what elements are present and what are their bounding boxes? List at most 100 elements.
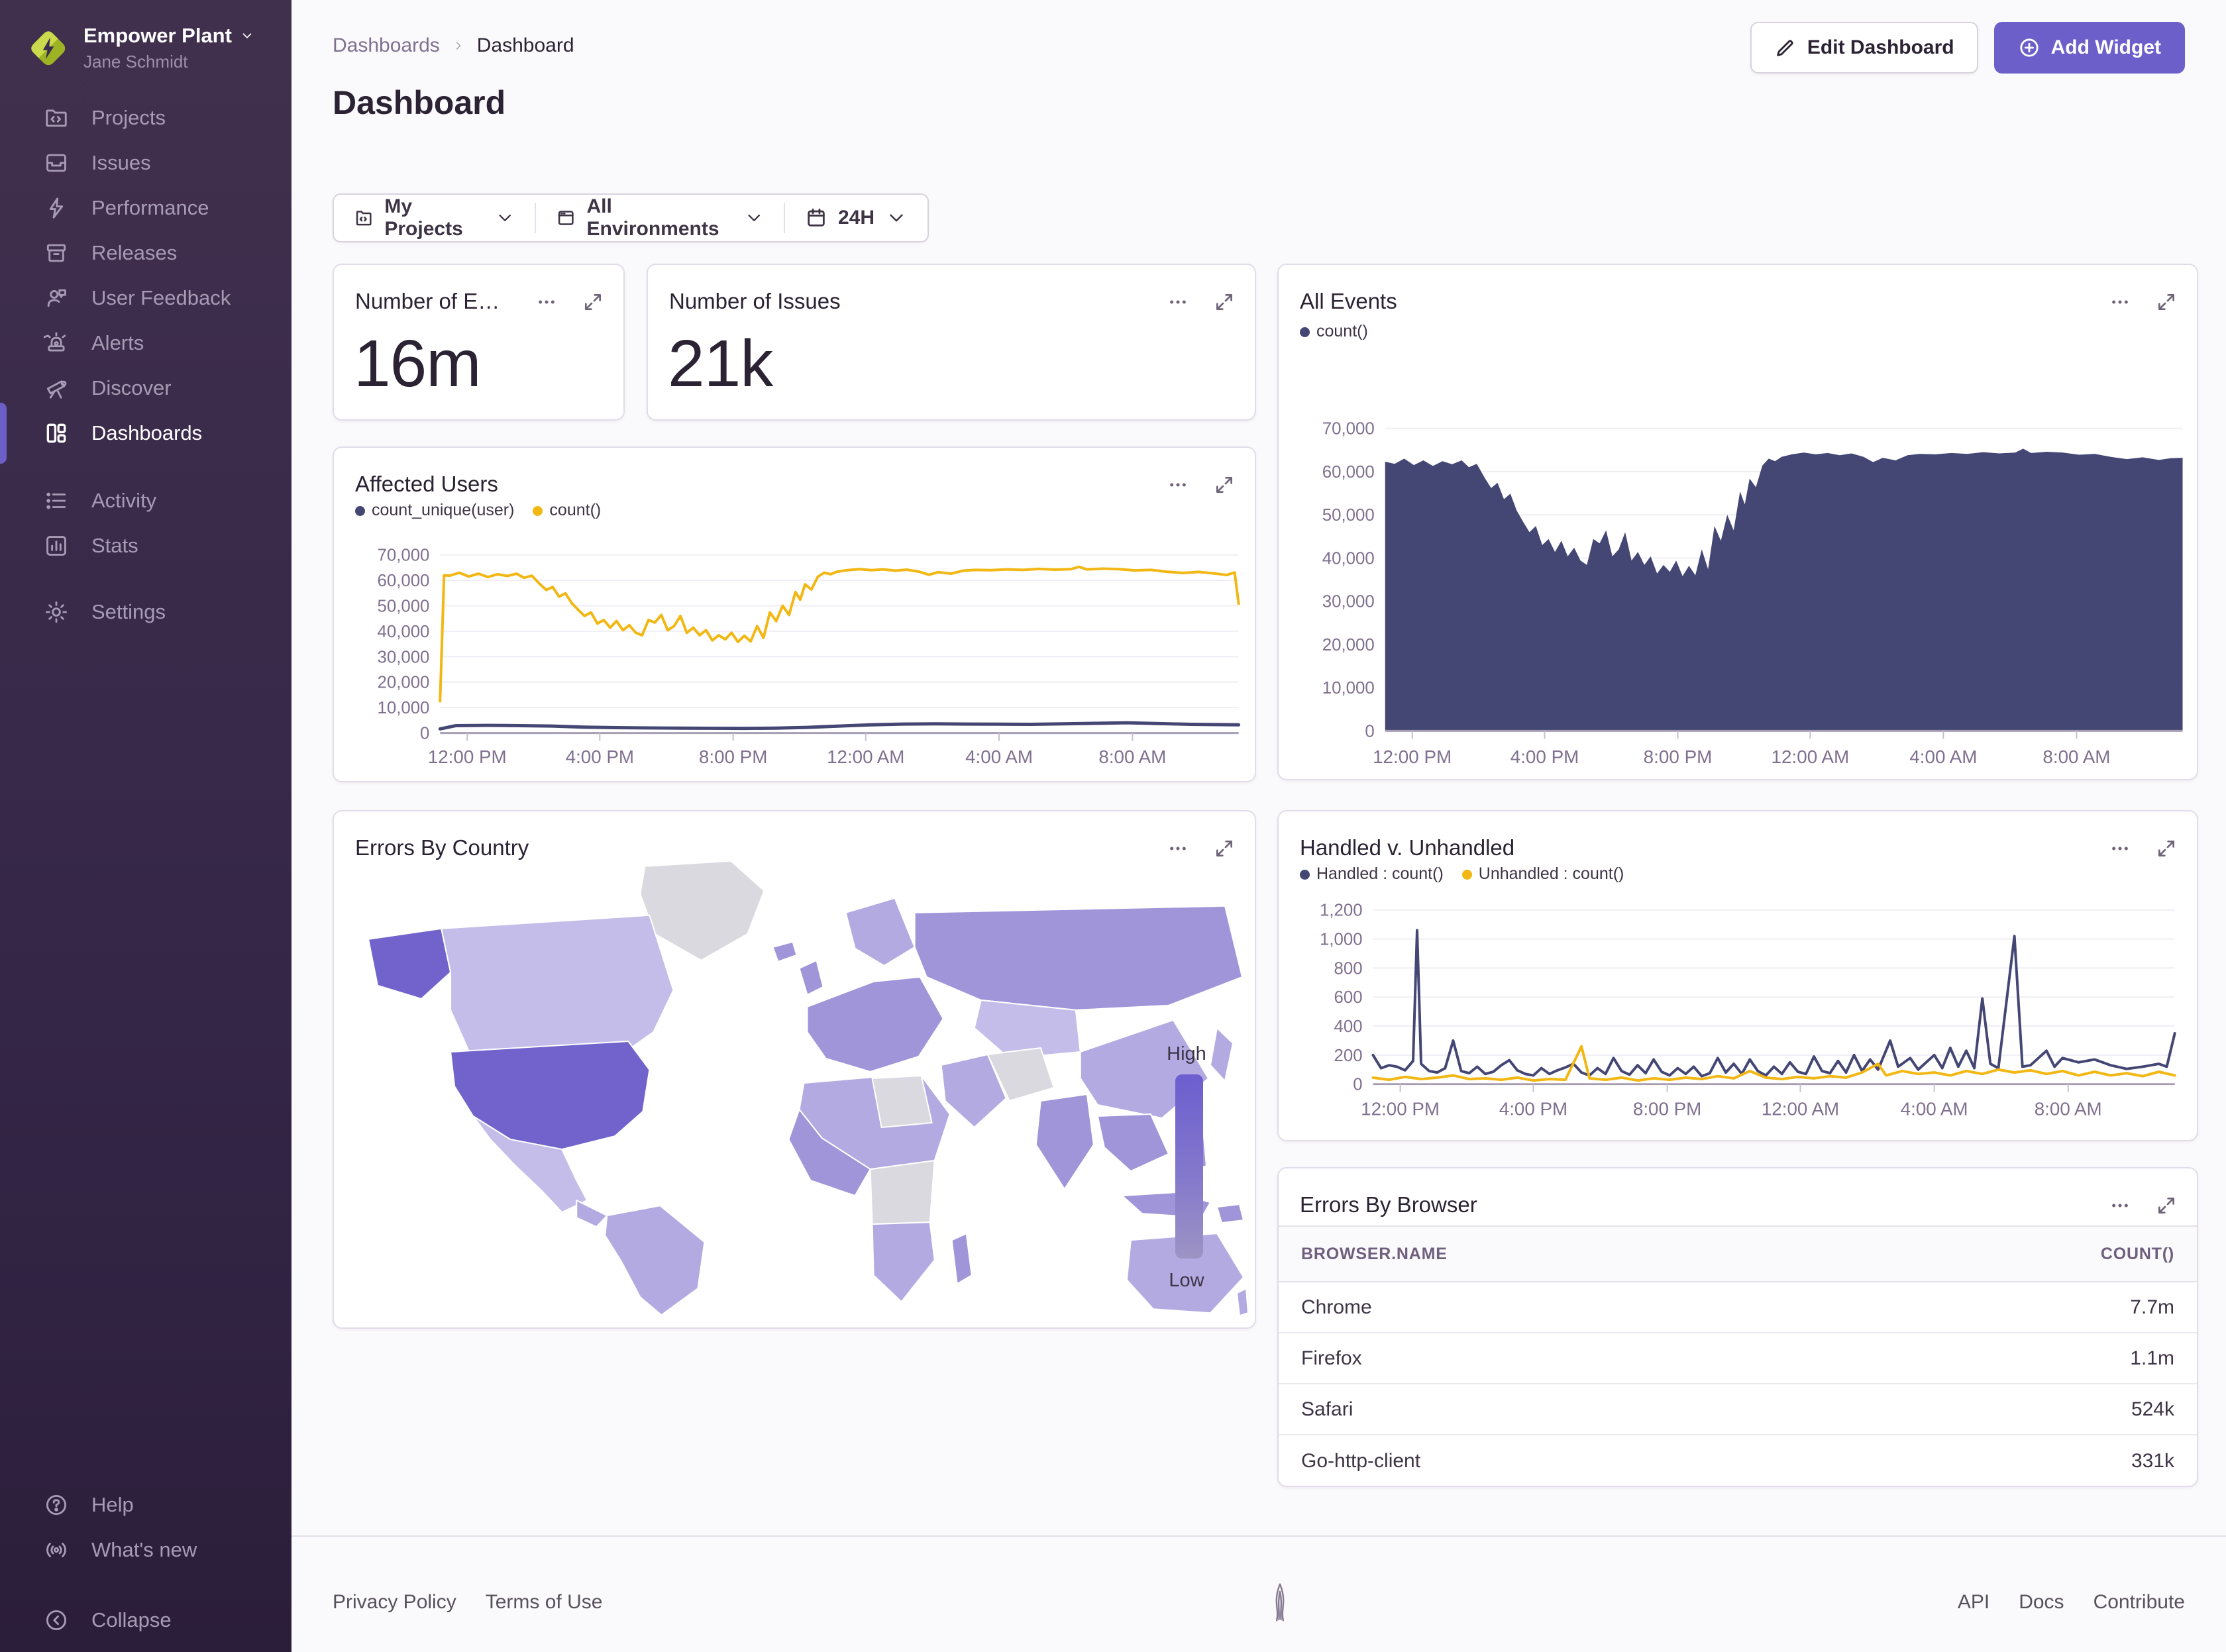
table-row[interactable]: Go-http-client 331k: [1279, 1435, 2197, 1486]
terms-of-use-link[interactable]: Terms of Use: [486, 1591, 603, 1614]
issues-count-value: 21k: [668, 326, 772, 402]
sidebar-item-performance[interactable]: Performance: [0, 185, 292, 231]
calendar-icon: [805, 207, 827, 229]
sidebar-collapse-button[interactable]: Collapse: [0, 1598, 292, 1643]
sidebar-item-activity[interactable]: Activity: [0, 478, 292, 523]
expand-icon[interactable]: [1214, 291, 1235, 313]
sidebar-item-help[interactable]: Help: [0, 1482, 292, 1527]
svg-text:8:00 PM: 8:00 PM: [1644, 747, 1713, 767]
table-row[interactable]: Chrome 7.7m: [1279, 1282, 2197, 1333]
map-legend-high-label: High: [1150, 1043, 1223, 1065]
breadcrumb-current: Dashboard: [477, 34, 574, 57]
sidebar-item-label: What's new: [91, 1538, 197, 1562]
breadcrumb-chevron-icon: [452, 39, 465, 52]
sidebar-item-label: Performance: [91, 196, 209, 220]
add-widget-label: Add Widget: [2051, 36, 2161, 59]
ellipsis-menu-icon[interactable]: [536, 291, 557, 313]
sidebar-item-alerts[interactable]: Alerts: [0, 321, 292, 366]
time-range-filter[interactable]: 24H: [785, 195, 928, 241]
sidebar-item-issues[interactable]: Issues: [0, 140, 292, 185]
sidebar-item-label: Activity: [91, 489, 156, 513]
svg-text:12:00 PM: 12:00 PM: [1361, 1098, 1440, 1119]
org-switcher[interactable]: Empower Plant Jane Schmidt: [26, 24, 254, 72]
plus-circle-icon: [2018, 36, 2040, 59]
table-row[interactable]: Firefox 1.1m: [1279, 1333, 2197, 1384]
sidebar-item-label: Dashboards: [91, 421, 202, 445]
svg-text:600: 600: [1334, 988, 1363, 1007]
contribute-link[interactable]: Contribute: [2094, 1591, 2185, 1614]
time-range-label: 24H: [838, 207, 874, 229]
widget-title: Number of Issues: [669, 289, 841, 314]
svg-text:10,000: 10,000: [1322, 679, 1375, 697]
chart-handled[interactable]: 02004006008001,0001,20012:00 PM4:00 PM8:…: [1279, 811, 2197, 1140]
edit-dashboard-button[interactable]: Edit Dashboard: [1750, 22, 1978, 74]
browser-count: 331k: [2131, 1450, 2174, 1472]
chevron-down-icon: [744, 207, 764, 229]
browser-name: Safari: [1301, 1398, 1353, 1421]
user-feedback-icon: [44, 285, 69, 311]
sidebar-item-label: Settings: [91, 600, 166, 624]
svg-text:8:00 AM: 8:00 AM: [1098, 747, 1166, 767]
docs-link[interactable]: Docs: [2019, 1591, 2064, 1614]
svg-text:1,000: 1,000: [1320, 931, 1363, 949]
performance-icon: [44, 195, 69, 221]
browser-count: 524k: [2131, 1398, 2174, 1421]
api-link[interactable]: API: [1958, 1591, 1989, 1614]
main-content: Dashboards Dashboard Dashboard Edit Dash…: [292, 0, 2226, 1652]
sidebar-item-settings[interactable]: Settings: [0, 590, 292, 635]
svg-text:70,000: 70,000: [378, 546, 430, 565]
help-icon: [44, 1492, 69, 1518]
svg-text:12:00 AM: 12:00 AM: [827, 747, 904, 767]
svg-text:70,000: 70,000: [1322, 420, 1375, 439]
svg-text:4:00 PM: 4:00 PM: [1499, 1098, 1567, 1119]
svg-text:0: 0: [1365, 722, 1374, 741]
map-errors-by-country[interactable]: [343, 854, 1248, 1319]
svg-text:30,000: 30,000: [1322, 593, 1375, 611]
alerts-icon: [44, 331, 69, 356]
privacy-policy-link[interactable]: Privacy Policy: [333, 1591, 456, 1614]
expand-icon[interactable]: [582, 291, 604, 313]
environment-filter[interactable]: All Environments: [536, 195, 784, 241]
sidebar-item-discover[interactable]: Discover: [0, 366, 292, 411]
footer-left-links: Privacy Policy Terms of Use: [333, 1591, 602, 1614]
sidebar-item-whats-new[interactable]: What's new: [0, 1527, 292, 1573]
browser-name: Firefox: [1301, 1347, 1362, 1370]
breadcrumb-dashboards-link[interactable]: Dashboards: [333, 34, 440, 57]
svg-text:20,000: 20,000: [1322, 636, 1375, 654]
chart-all-events[interactable]: 010,00020,00030,00040,00050,00060,00070,…: [1279, 265, 2197, 779]
table-header: BROWSER.NAME COUNT(): [1279, 1225, 2197, 1282]
svg-text:60,000: 60,000: [1322, 463, 1375, 482]
map-legend-gradient: [1175, 1074, 1203, 1259]
ellipsis-menu-icon[interactable]: [2109, 1195, 2131, 1216]
browser-count: 7.7m: [2130, 1296, 2174, 1319]
sidebar-item-releases[interactable]: Releases: [0, 231, 292, 276]
svg-text:50,000: 50,000: [1322, 506, 1375, 525]
widget-number-of-issues: Number of Issues 21k: [647, 264, 1256, 421]
issues-icon: [44, 150, 69, 176]
chevron-down-icon: [240, 28, 254, 43]
svg-text:200: 200: [1334, 1047, 1363, 1065]
sidebar-item-user-feedback[interactable]: User Feedback: [0, 276, 292, 321]
ellipsis-menu-icon[interactable]: [1167, 291, 1189, 313]
sidebar-item-projects[interactable]: Projects: [0, 95, 292, 140]
svg-text:10,000: 10,000: [378, 699, 430, 717]
expand-icon[interactable]: [2156, 1195, 2177, 1216]
browser-name: Go-http-client: [1301, 1450, 1420, 1472]
svg-text:4:00 PM: 4:00 PM: [566, 747, 634, 767]
project-filter-label: My Projects: [384, 195, 484, 240]
svg-text:4:00 AM: 4:00 AM: [1909, 747, 1977, 767]
sidebar-item-label: Alerts: [91, 331, 144, 355]
table-row[interactable]: Safari 524k: [1279, 1384, 2197, 1435]
dashboards-icon: [44, 421, 69, 446]
sidebar-item-stats[interactable]: Stats: [0, 523, 292, 568]
svg-text:4:00 AM: 4:00 AM: [965, 747, 1033, 767]
svg-text:400: 400: [1334, 1017, 1363, 1036]
sentry-logo-icon: [1265, 1583, 1295, 1622]
add-widget-button[interactable]: Add Widget: [1994, 22, 2185, 74]
page-footer: Privacy Policy Terms of Use API Docs Con…: [292, 1535, 2226, 1652]
project-filter[interactable]: My Projects: [334, 195, 535, 241]
svg-text:8:00 AM: 8:00 AM: [2042, 747, 2110, 767]
sidebar-item-dashboards[interactable]: Dashboards: [0, 411, 292, 456]
chart-affected[interactable]: 010,00020,00030,00040,00050,00060,00070,…: [334, 448, 1255, 781]
widget-handled-v-unhandled: Handled v. Unhandled Handled : count() U…: [1277, 810, 2198, 1141]
